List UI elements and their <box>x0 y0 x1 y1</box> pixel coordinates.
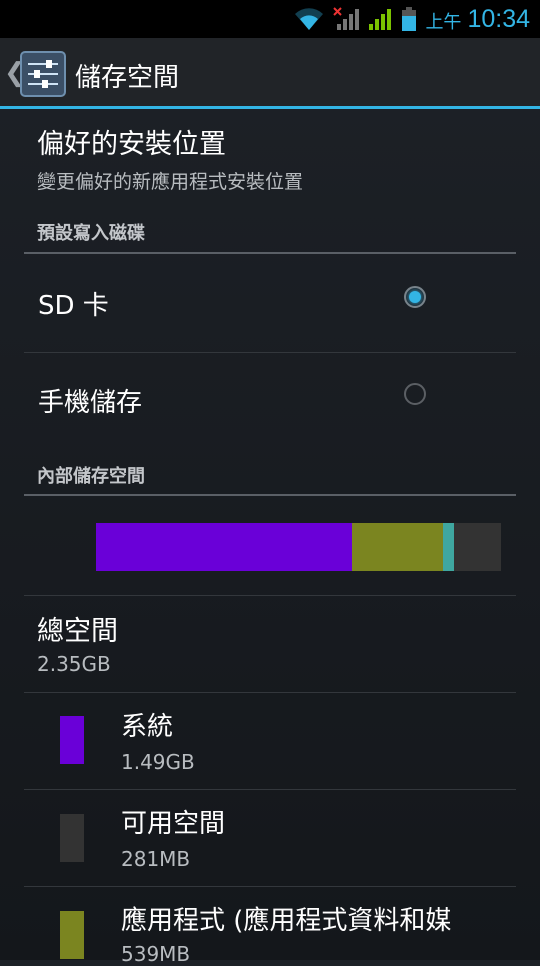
action-bar-divider <box>0 106 540 109</box>
storage-bar-segment-available <box>454 523 501 571</box>
storage-bar-segment-apps <box>352 523 444 571</box>
status-ampm: 上午 <box>425 12 462 33</box>
option-phone-storage-label: 手機儲存 <box>38 388 143 418</box>
list-divider <box>24 886 516 887</box>
apps-title: 應用程式 (應用程式資料和媒 <box>121 906 452 936</box>
battery-icon <box>401 6 417 32</box>
wifi-icon <box>293 6 325 32</box>
list-divider <box>24 595 516 596</box>
page-title: 儲存空間 <box>75 63 180 93</box>
available-title: 可用空間 <box>121 809 226 839</box>
total-space-value: 2.35GB <box>37 652 111 676</box>
apps-color-swatch <box>60 911 84 959</box>
list-divider <box>24 352 516 353</box>
install-location-title: 偏好的安裝位置 <box>37 129 226 160</box>
list-divider <box>24 789 516 790</box>
option-sd-card-label: SD 卡 <box>38 291 109 321</box>
total-space-title: 總空間 <box>37 616 118 647</box>
phone-storage-radio[interactable] <box>404 383 426 405</box>
status-clock: 10:34 <box>467 4 530 33</box>
storage-usage-bar <box>96 523 501 571</box>
status-bar: 上午 10:34 <box>0 0 540 38</box>
category-divider <box>24 494 516 496</box>
no-sim-signal-icon <box>333 6 360 32</box>
system-value: 1.49GB <box>121 750 195 774</box>
list-divider <box>24 692 516 693</box>
storage-bar-segment-other <box>443 523 454 571</box>
install-location-summary: 變更偏好的新應用程式安裝位置 <box>37 171 304 193</box>
available-value: 281MB <box>121 847 191 871</box>
sd-card-radio[interactable] <box>404 286 426 308</box>
category-internal-storage: 內部儲存空間 <box>37 466 145 487</box>
signal-icon <box>367 6 393 32</box>
settings-sliders-icon[interactable] <box>20 51 66 97</box>
available-color-swatch <box>60 814 84 862</box>
system-color-swatch <box>60 716 84 764</box>
system-title: 系統 <box>121 712 174 742</box>
storage-bar-segment-system <box>96 523 353 571</box>
category-default-disk: 預設寫入磁碟 <box>37 223 145 244</box>
apps-value: 539MB <box>121 942 191 966</box>
category-divider <box>24 252 516 254</box>
